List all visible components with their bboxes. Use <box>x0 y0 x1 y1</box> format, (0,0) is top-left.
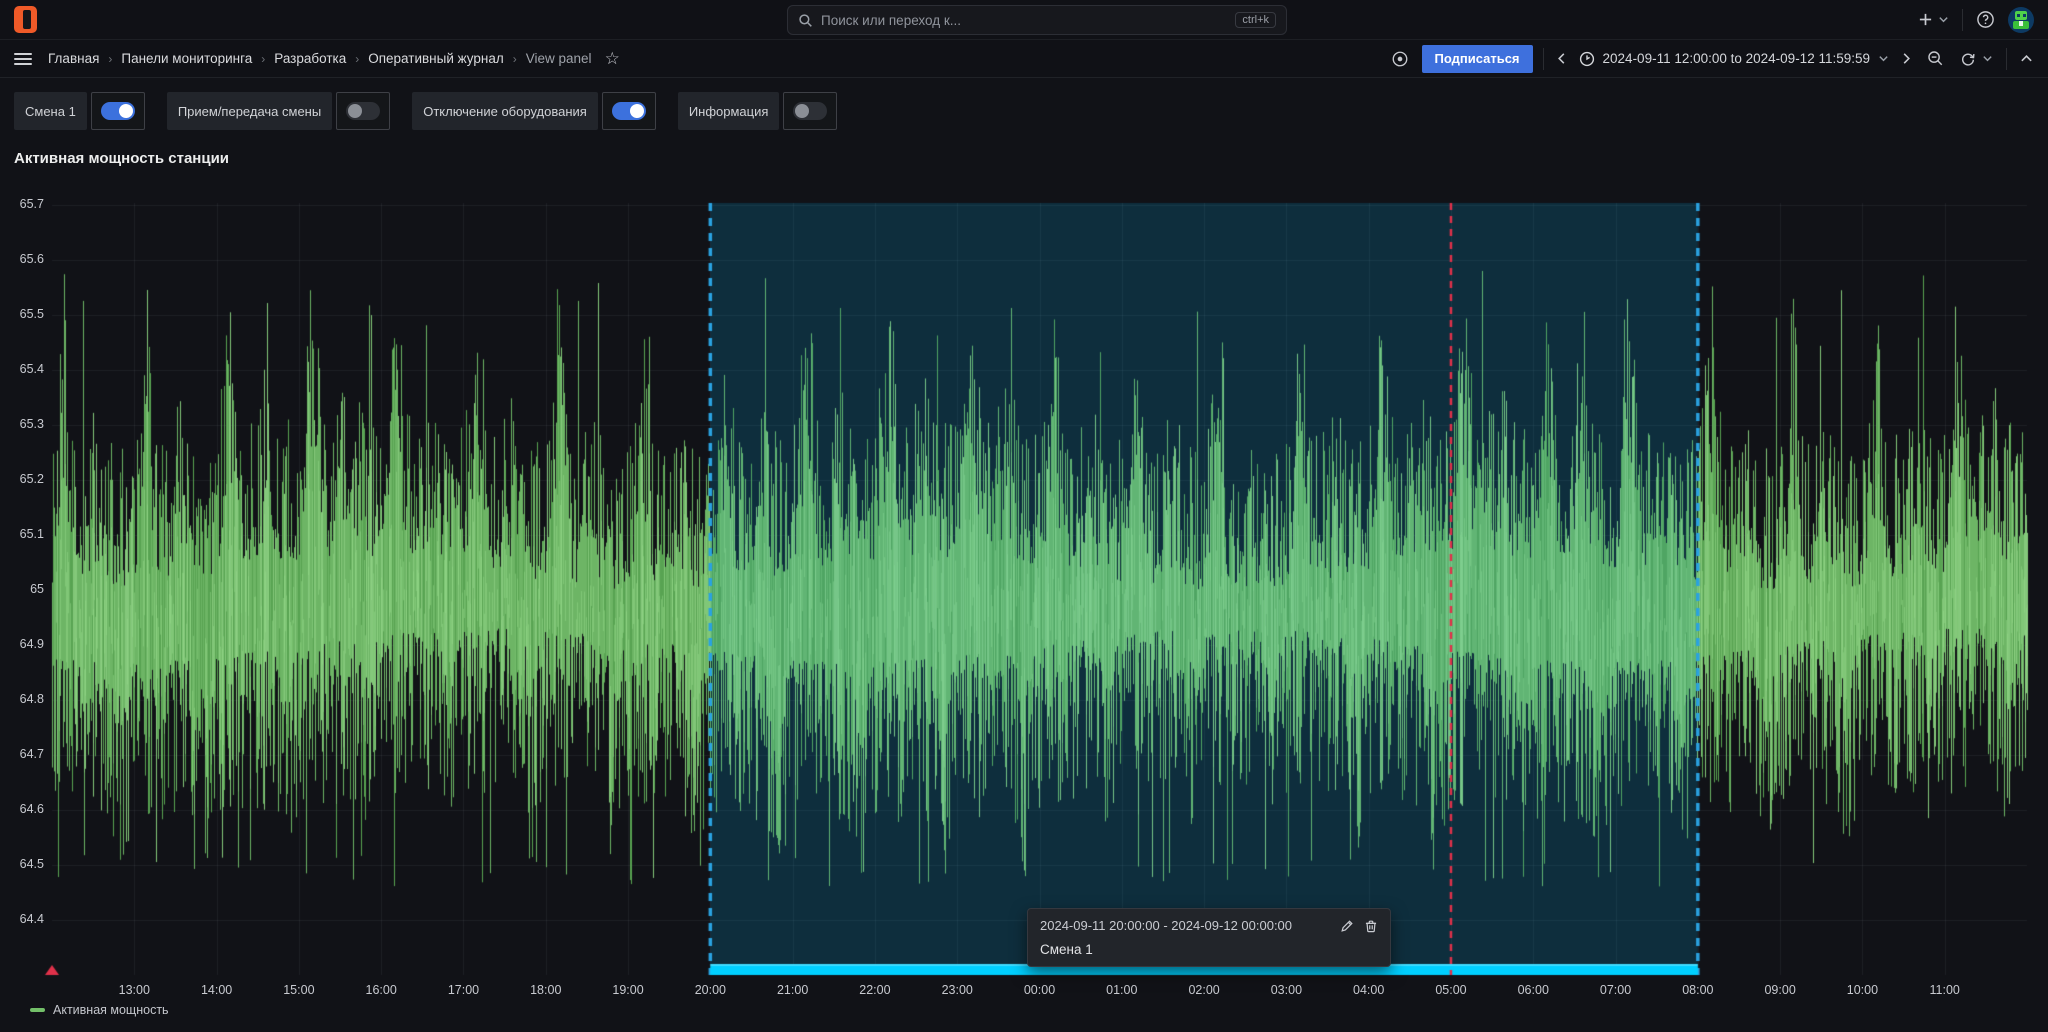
divider <box>1543 48 1544 70</box>
delete-annotation-button[interactable] <box>1364 919 1378 933</box>
annotation-toggles: Смена 1 Прием/передача смены Отключение … <box>14 92 2048 130</box>
toggle-smena1[interactable] <box>91 92 145 130</box>
shortcut-badge: ctrl+k <box>1235 12 1276 28</box>
switch-knob[interactable] <box>612 102 646 120</box>
chevron-down-icon <box>1982 53 1993 64</box>
plus-icon <box>1918 12 1933 27</box>
refresh-icon <box>1960 51 1976 67</box>
panel-title: Активная мощность станции <box>14 150 2048 167</box>
subscribe-button[interactable]: Подписаться <box>1422 45 1533 73</box>
switch-knob[interactable] <box>346 102 380 120</box>
toggle-label-info: Информация <box>678 92 780 130</box>
breadcrumb-item-journal[interactable]: Оперативный журнал <box>368 51 504 66</box>
breadcrumb-separator: › <box>261 52 265 66</box>
switch-knob[interactable] <box>793 102 827 120</box>
chevron-right-icon <box>1902 52 1911 65</box>
legend-item[interactable]: Активная мощность <box>30 1003 169 1017</box>
breadcrumb: Главная › Панели мониторинга › Разработка ›… <box>48 49 620 69</box>
toggle-label-otkl: Отключение оборудования <box>412 92 598 130</box>
alert-state-button[interactable] <box>1388 45 1412 73</box>
toggle-priem[interactable] <box>336 92 390 130</box>
chevron-left-icon <box>1557 52 1566 65</box>
grafana-logo[interactable] <box>14 6 37 33</box>
time-range-text: 2024-09-11 12:00:00 to 2024-09-12 11:59:… <box>1603 51 1870 66</box>
search-input[interactable]: Поиск или переход к... ctrl+k <box>787 5 1287 35</box>
breadcrumb-separator: › <box>513 52 517 66</box>
zoom-out-icon <box>1927 50 1944 67</box>
pencil-icon <box>1340 919 1354 933</box>
annotation-label: Смена 1 <box>1040 942 1378 957</box>
grafana-app: Поиск или переход к... ctrl+k Главная › П… <box>0 0 2048 1032</box>
time-series-canvas[interactable] <box>0 190 2048 990</box>
breadcrumb-separator: › <box>108 52 112 66</box>
menu-button[interactable] <box>14 53 32 65</box>
breadcrumb-item-dashboards[interactable]: Панели мониторинга <box>121 51 252 66</box>
circle-dot-icon <box>1391 50 1409 68</box>
divider <box>1962 9 1963 31</box>
chevron-up-icon <box>2020 54 2033 63</box>
search-placeholder: Поиск или переход к... <box>821 13 1227 28</box>
legend-label: Активная мощность <box>53 1003 169 1017</box>
time-back-button[interactable] <box>1554 45 1569 73</box>
toggle-label-smena1: Смена 1 <box>14 92 87 130</box>
top-bar: Поиск или переход к... ctrl+k <box>0 0 2048 40</box>
question-icon <box>1976 10 1995 29</box>
refresh-button[interactable] <box>1957 45 1996 73</box>
legend-swatch <box>30 1008 45 1012</box>
search-icon <box>798 13 813 28</box>
breadcrumb-item-home[interactable]: Главная <box>48 51 99 66</box>
clock-icon <box>1579 51 1595 67</box>
zoom-out-button[interactable] <box>1924 45 1947 73</box>
toggle-otkl[interactable] <box>602 92 656 130</box>
favorite-star-icon[interactable]: ☆ <box>605 49 620 69</box>
breadcrumb-item-development[interactable]: Разработка <box>274 51 346 66</box>
nav-bar: Главная › Панели мониторинга › Разработка ›… <box>0 40 2048 78</box>
trash-icon <box>1364 919 1378 933</box>
toggle-label-priem: Прием/передача смены <box>167 92 332 130</box>
add-button[interactable] <box>1915 6 1952 34</box>
breadcrumb-separator: › <box>355 52 359 66</box>
time-forward-button[interactable] <box>1899 45 1914 73</box>
chevron-down-icon <box>1938 14 1949 25</box>
time-range-picker[interactable]: 2024-09-11 12:00:00 to 2024-09-12 11:59:… <box>1579 51 1889 67</box>
edit-annotation-button[interactable] <box>1340 919 1354 933</box>
switch-knob[interactable] <box>101 102 135 120</box>
breadcrumb-item-view-panel[interactable]: View panel <box>526 51 592 66</box>
toggle-info[interactable] <box>783 92 837 130</box>
chevron-down-icon <box>1878 53 1889 64</box>
scroll-top-button[interactable] <box>2017 45 2036 73</box>
divider <box>2006 48 2007 70</box>
help-button[interactable] <box>1973 6 1998 34</box>
annotation-tooltip: 2024-09-11 20:00:00 - 2024-09-12 00:00:0… <box>1027 908 1391 967</box>
user-avatar[interactable] <box>2008 7 2034 33</box>
annotation-range-text: 2024-09-11 20:00:00 - 2024-09-12 00:00:0… <box>1040 918 1330 933</box>
